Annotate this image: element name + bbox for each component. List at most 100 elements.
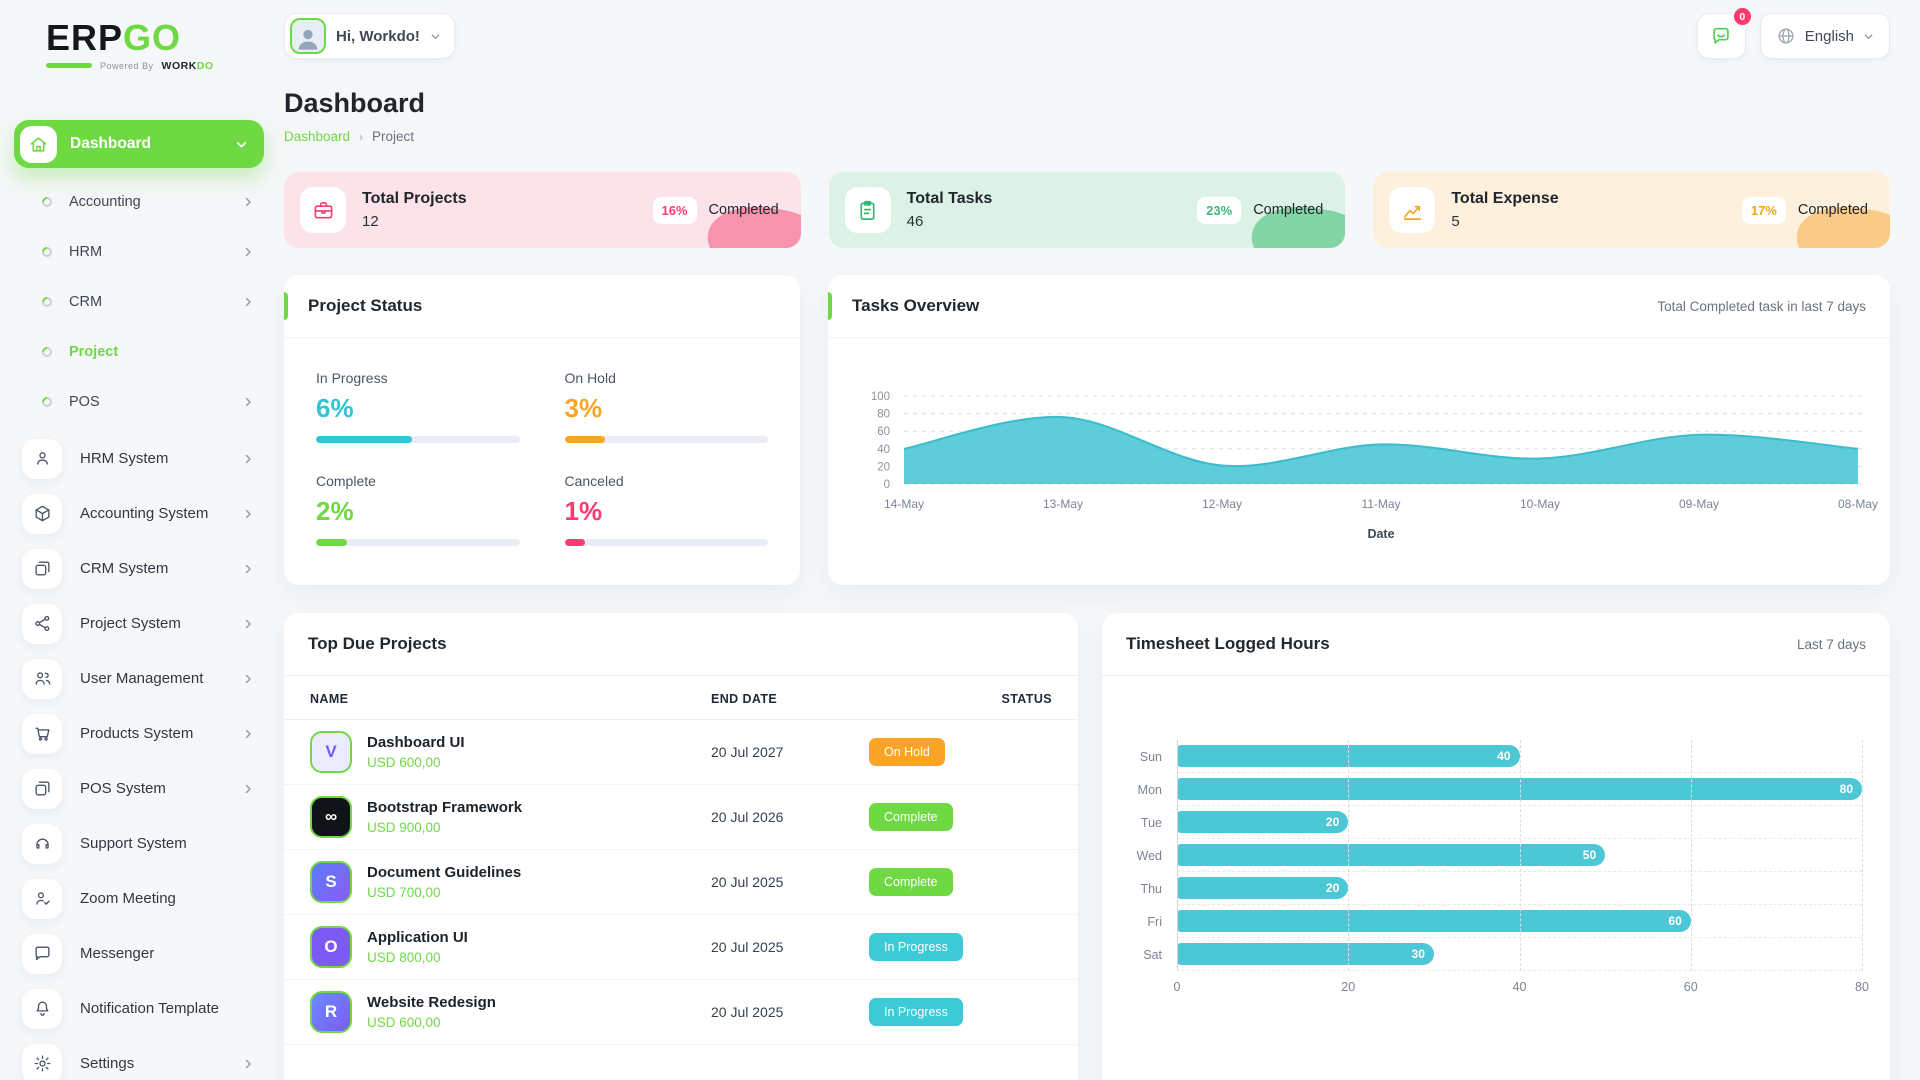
app-logo[interactable]: ERPGO Powered By WORKDO	[14, 14, 264, 106]
chevron-right-icon	[242, 396, 254, 408]
sidebar-item-notification-template[interactable]: Notification Template	[14, 981, 264, 1036]
sidebar-item-label: Settings	[80, 1055, 134, 1072]
project-cell: S Document Guidelines USD 700,00	[310, 861, 711, 903]
table-row-website-redesign[interactable]: R Website Redesign USD 600,00 20 Jul 202…	[284, 980, 1078, 1045]
project-logo: ∞	[310, 796, 352, 838]
table-row-dashboard-ui[interactable]: V Dashboard UI USD 600,00 20 Jul 2027 On…	[284, 720, 1078, 785]
bar-category-label: Sat	[1126, 938, 1162, 971]
notification-button[interactable]: 0	[1697, 13, 1746, 59]
bullet-icon	[40, 295, 54, 309]
sidebar-item-accounting-system[interactable]: Accounting System	[14, 486, 264, 541]
chevron-right-icon	[242, 673, 254, 685]
sidebar-item-settings[interactable]: Settings	[14, 1036, 264, 1080]
sidebar-item-hrm[interactable]: HRM	[14, 227, 264, 277]
main-content: Hi, Workdo! 0 English Dashboard Dashboar…	[284, 0, 1920, 1080]
svg-text:12-May: 12-May	[1202, 497, 1242, 511]
status-label: On Hold	[565, 370, 769, 386]
sidebar: ERPGO Powered By WORKDO Dashboard Accoun…	[0, 0, 284, 1080]
end-date: 20 Jul 2026	[711, 809, 869, 825]
project-amount: USD 800,00	[367, 950, 468, 965]
table-row-bootstrap-framework[interactable]: ∞ Bootstrap Framework USD 900,00 20 Jul …	[284, 785, 1078, 850]
workdo-brand-dark: WORK	[162, 60, 197, 72]
sidebar-item-label: Support System	[80, 835, 187, 852]
user-menu-button[interactable]: Hi, Workdo!	[284, 13, 455, 59]
stat-value: 5	[1451, 213, 1558, 230]
card-subtitle: Last 7 days	[1797, 637, 1866, 652]
person-icon	[22, 439, 62, 479]
bar: 50	[1177, 844, 1605, 866]
breadcrumb-separator: ›	[359, 130, 363, 144]
stat-value: 12	[362, 213, 467, 230]
status-cell: Complete	[869, 868, 1052, 896]
breadcrumb-current: Project	[372, 129, 414, 144]
gridline	[1862, 740, 1863, 971]
bar: 20	[1177, 877, 1348, 899]
bar-chart-plot: 40 80 20 50 20 60 30 020406080	[1177, 740, 1862, 1001]
sidebar-item-label: Accounting System	[80, 505, 208, 522]
project-info: Application UI USD 800,00	[367, 929, 468, 965]
sidebar-item-project[interactable]: Project	[14, 327, 264, 377]
sidebar-item-pos-system[interactable]: POS System	[14, 761, 264, 816]
squares-icon	[22, 769, 62, 809]
cube-icon	[22, 494, 62, 534]
chevron-right-icon	[242, 453, 254, 465]
project-cell: R Website Redesign USD 600,00	[310, 991, 711, 1033]
sidebar-item-crm-system[interactable]: CRM System	[14, 541, 264, 596]
logo-tagline: Powered By WORKDO	[46, 60, 264, 72]
status-cell: On Hold	[869, 738, 1052, 766]
language-selector[interactable]: English	[1760, 13, 1890, 59]
sidebar-item-products-system[interactable]: Products System	[14, 706, 264, 761]
breadcrumb: Dashboard › Project	[284, 129, 1890, 144]
gridline	[1177, 740, 1178, 971]
sidebar-item-crm[interactable]: CRM	[14, 277, 264, 327]
bar-category-label: Thu	[1126, 872, 1162, 905]
svg-text:13-May: 13-May	[1043, 497, 1083, 511]
svg-text:09-May: 09-May	[1679, 497, 1719, 511]
gridline	[1348, 740, 1349, 971]
sidebar-item-label: CRM	[69, 294, 102, 310]
table-header-row: NAME END DATE STATUS	[284, 676, 1078, 720]
bar: 20	[1177, 811, 1348, 833]
project-name: Document Guidelines	[367, 864, 521, 881]
sidebar-item-hrm-system[interactable]: HRM System	[14, 431, 264, 486]
stat-right: 16% Completed	[653, 197, 779, 224]
sidebar-item-project-system[interactable]: Project System	[14, 596, 264, 651]
sidebar-item-pos[interactable]: POS	[14, 377, 264, 427]
end-date: 20 Jul 2027	[711, 744, 869, 760]
person-check-icon	[22, 879, 62, 919]
sidebar-item-accounting[interactable]: Accounting	[14, 177, 264, 227]
language-label: English	[1805, 28, 1854, 45]
sidebar-item-zoom-meeting[interactable]: Zoom Meeting	[14, 871, 264, 926]
logo-erp: ERP	[46, 17, 123, 58]
sidebar-item-support-system[interactable]: Support System	[14, 816, 264, 871]
status-badge: In Progress	[869, 933, 963, 961]
project-logo: O	[310, 926, 352, 968]
sidebar-item-label: HRM	[69, 244, 102, 260]
status-cell: In Progress	[869, 933, 1052, 961]
svg-text:20: 20	[877, 461, 890, 473]
table-row-application-ui[interactable]: O Application UI USD 800,00 20 Jul 2025 …	[284, 915, 1078, 980]
middle-row: Project Status In Progress 6% On Hold 3%…	[284, 275, 1890, 585]
top-due-projects-header: Top Due Projects	[284, 613, 1078, 676]
greeting-text: Hi, Workdo!	[336, 28, 420, 45]
svg-text:100: 100	[871, 391, 890, 403]
status-item-complete: Complete 2%	[316, 473, 520, 546]
status-badge: On Hold	[869, 738, 945, 766]
sidebar-item-label: Messenger	[80, 945, 154, 962]
logo-underline	[46, 63, 92, 68]
bar-chart-x-axis: 020406080	[1177, 971, 1862, 1001]
project-cell: ∞ Bootstrap Framework USD 900,00	[310, 796, 711, 838]
status-item-canceled: Canceled 1%	[565, 473, 769, 546]
stat-completed-label: Completed	[1253, 202, 1323, 218]
status-cell: Complete	[869, 803, 1052, 831]
svg-text:11-May: 11-May	[1361, 497, 1400, 511]
breadcrumb-dashboard-link[interactable]: Dashboard	[284, 129, 350, 144]
workdo-brand-green: DO	[197, 60, 214, 72]
sidebar-item-messenger[interactable]: Messenger	[14, 926, 264, 981]
status-label: Canceled	[565, 473, 769, 489]
svg-text:10-May: 10-May	[1520, 497, 1560, 511]
sidebar-item-user-management[interactable]: User Management	[14, 651, 264, 706]
table-row-document-guidelines[interactable]: S Document Guidelines USD 700,00 20 Jul …	[284, 850, 1078, 915]
sidebar-item-dashboard[interactable]: Dashboard	[14, 120, 264, 168]
project-info: Dashboard UI USD 600,00	[367, 734, 465, 770]
